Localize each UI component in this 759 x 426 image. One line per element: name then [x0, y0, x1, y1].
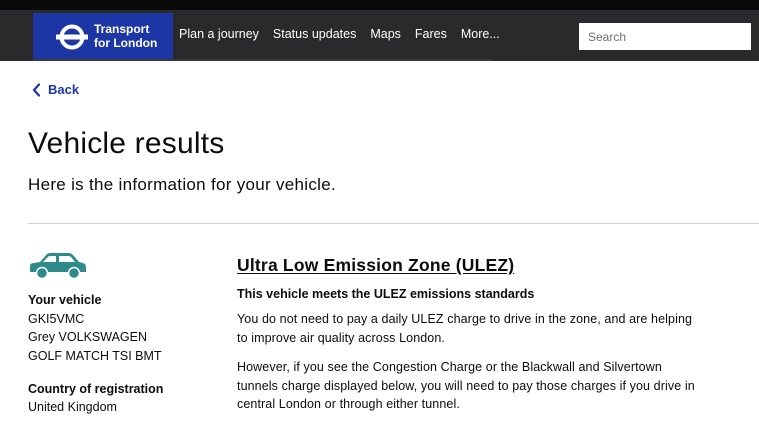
search-input[interactable] — [579, 23, 751, 50]
vehicle-label: Your vehicle — [28, 293, 102, 307]
brand-line-1: Transport — [94, 22, 150, 36]
ulez-paragraph-2: However, if you see the Congestion Charg… — [237, 360, 695, 411]
page-subtitle: Here is the information for your vehicle… — [28, 175, 337, 194]
vehicle-details: Your vehicle GKI5VMC Grey VOLKSWAGEN GOL… — [28, 291, 162, 365]
vehicle-registration: GKI5VMC — [28, 311, 85, 326]
main-nav: Plan a journey Status updates Maps Fares… — [179, 27, 514, 41]
brand-line-2: for London — [94, 36, 158, 50]
back-link[interactable]: Back — [32, 82, 79, 97]
nav-underline — [33, 59, 491, 61]
nav-more[interactable]: More... — [461, 27, 500, 41]
nav-maps[interactable]: Maps — [370, 27, 401, 41]
country-label: Country of registration — [28, 382, 164, 396]
vehicle-make: Grey VOLKSWAGEN — [28, 330, 148, 344]
page-title: Vehicle results — [28, 127, 225, 160]
nav-status-updates[interactable]: Status updates — [273, 27, 356, 41]
divider — [28, 223, 759, 224]
back-label: Back — [48, 82, 80, 97]
nav-fares[interactable]: Fares — [415, 27, 447, 41]
country-details: Country of registration United Kingdom — [28, 380, 163, 416]
chevron-left-icon — [32, 82, 41, 97]
ulez-heading: Ultra Low Emission Zone (ULEZ) — [237, 255, 515, 275]
site-header: Transport for London Plan a journey Stat… — [0, 10, 759, 61]
ulez-status: This vehicle meets the ULEZ emissions st… — [237, 287, 535, 301]
nav-plan-journey[interactable]: Plan a journey — [179, 27, 259, 41]
top-strip — [0, 0, 759, 10]
car-icon — [30, 253, 86, 280]
roundel-icon — [56, 24, 88, 50]
country-value: United Kingdom — [28, 400, 117, 414]
brand-name: Transport for London — [94, 22, 157, 50]
ulez-paragraph-1: You do not need to pay a daily ULEZ char… — [237, 312, 693, 345]
tfl-logo-link[interactable]: Transport for London — [33, 13, 173, 59]
vehicle-model: GOLF MATCH TSI BMT — [28, 348, 162, 363]
ulez-section: Ultra Low Emission Zone (ULEZ) This vehi… — [237, 255, 697, 425]
